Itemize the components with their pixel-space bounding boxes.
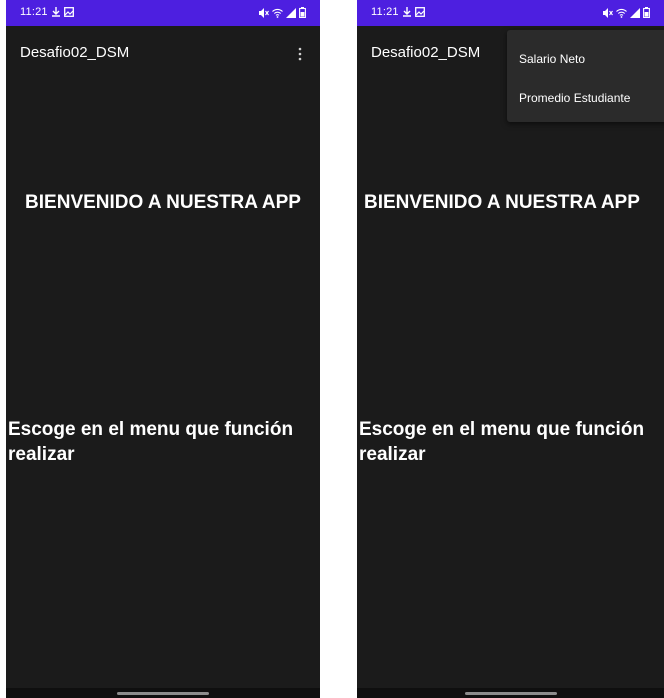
instruction-text: Escoge en el menu que función realizar: [359, 419, 645, 465]
menu-item-salario-neto[interactable]: Salario Neto: [519, 52, 585, 66]
instruction-text: Escoge en el menu que función realizar: [8, 419, 294, 465]
more-vert-icon: [298, 47, 302, 61]
home-gesture-handle[interactable]: [117, 692, 209, 695]
welcome-heading: BIENVENIDO A NUESTRA APP: [25, 192, 301, 213]
status-time: 11:21: [371, 6, 399, 18]
download-icon: [52, 7, 60, 17]
status-time: 11:21: [20, 6, 48, 18]
wifi-icon: [616, 8, 627, 18]
gallery-icon: [64, 7, 74, 17]
app-title: Desafio02_DSM: [20, 44, 130, 61]
wifi-icon: [272, 8, 283, 18]
menu-item-promedio-estudiante[interactable]: Promedio Estudiante: [519, 91, 630, 105]
phone-screen-main: 11:21 Desafio02_DSM BIENVENIDO A NUESTRA…: [6, 0, 320, 698]
mute-icon: [603, 7, 613, 18]
gallery-icon: [415, 7, 425, 17]
battery-icon: [643, 7, 650, 18]
status-bar: 11:21: [6, 0, 320, 26]
welcome-heading: BIENVENIDO A NUESTRA APP: [364, 192, 640, 213]
navigation-bar: [357, 688, 664, 698]
mute-icon: [259, 7, 269, 18]
download-icon: [403, 7, 411, 17]
overflow-dropdown-menu: Salario Neto Promedio Estudiante: [507, 30, 664, 122]
app-title: Desafio02_DSM: [371, 44, 481, 61]
battery-icon: [299, 7, 306, 18]
app-bar: Desafio02_DSM: [6, 26, 320, 82]
signal-icon: [630, 7, 640, 18]
home-gesture-handle[interactable]: [464, 692, 557, 695]
navigation-bar: [6, 688, 320, 698]
status-bar: 11:21: [357, 0, 664, 26]
phone-screen-menu-open: 11:21 Desafio02_DSM BIENVENIDO A NUESTRA…: [357, 0, 664, 698]
signal-icon: [286, 7, 296, 18]
overflow-menu-button[interactable]: [288, 40, 312, 68]
